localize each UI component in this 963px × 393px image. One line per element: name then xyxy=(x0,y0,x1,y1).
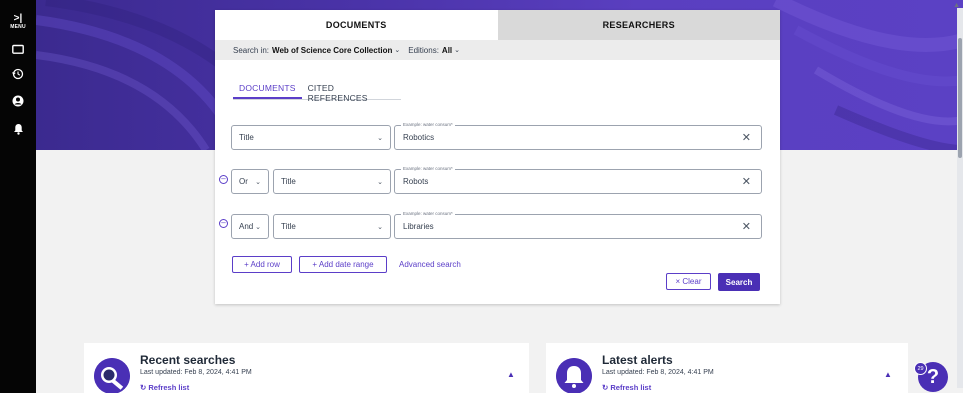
search-input[interactable]: Example: water consum* Libraries ✕ xyxy=(394,211,762,239)
recent-searches-refresh[interactable]: ↻ Refresh list xyxy=(140,383,189,392)
field-select-value: Title xyxy=(281,177,296,186)
chevron-down-icon[interactable]: ⌄ xyxy=(394,46,400,54)
clear-button[interactable]: × Clear xyxy=(666,273,711,290)
close-icon[interactable]: ✕ xyxy=(742,131,751,144)
chevron-down-icon: ⌄ xyxy=(377,223,383,231)
menu-label: MENU xyxy=(10,24,26,30)
menu-arrow-icon: >| xyxy=(13,13,23,24)
recent-searches-icon xyxy=(94,358,130,393)
recent-searches-panel: Recent searches Last updated: Feb 8, 202… xyxy=(84,343,529,393)
operator-select-value: And xyxy=(239,222,254,231)
search-input-value: Libraries xyxy=(403,222,434,231)
history-icon[interactable] xyxy=(10,67,26,81)
latest-alerts-refresh[interactable]: ↻ Refresh list xyxy=(602,383,651,392)
add-row-button[interactable]: + Add row xyxy=(232,256,292,273)
latest-alerts-panel: Latest alerts Last updated: Feb 8, 2024,… xyxy=(546,343,908,393)
tab-documents[interactable]: DOCUMENTS xyxy=(215,10,498,40)
folder-icon[interactable] xyxy=(10,42,26,56)
recent-searches-title: Recent searches xyxy=(140,353,236,367)
scrollbar-thumb[interactable] xyxy=(958,38,962,158)
chevron-down-icon: ⌄ xyxy=(255,178,261,186)
search-input[interactable]: Example: water consum* Robotics ✕ xyxy=(394,122,762,150)
search-input-value: Robotics xyxy=(403,133,435,142)
remove-row-icon[interactable]: – xyxy=(219,175,228,184)
help-question-icon: ? xyxy=(926,365,940,388)
field-select[interactable]: Title ⌄ xyxy=(231,125,391,150)
field-select-value: Title xyxy=(281,222,296,231)
field-select-value: Title xyxy=(239,133,254,142)
advanced-search-link[interactable]: Advanced search xyxy=(399,260,461,269)
search-input-value: Robots xyxy=(403,177,429,186)
latest-alerts-icon xyxy=(556,358,592,393)
search-in-label: Search in: xyxy=(233,45,270,55)
account-icon[interactable] xyxy=(10,94,26,108)
search-input[interactable]: Example: water consum* Robots ✕ xyxy=(394,166,762,194)
operator-select[interactable]: Or ⌄ xyxy=(231,169,269,194)
search-in-bar: Search in: Web of Science Core Collectio… xyxy=(215,40,780,60)
menu-button[interactable]: >| MENU xyxy=(0,13,36,31)
field-select[interactable]: Title ⌄ xyxy=(273,169,391,194)
operator-select-value: Or xyxy=(239,177,248,186)
search-input-placeholder: Example: water consum* xyxy=(401,211,455,216)
help-notification-badge: 29 xyxy=(914,362,927,375)
editions-label: Editions: xyxy=(408,45,439,55)
close-icon[interactable]: ✕ xyxy=(742,220,751,233)
search-input-placeholder: Example: water consum* xyxy=(401,122,455,127)
side-rail: >| MENU xyxy=(0,0,36,393)
close-icon[interactable]: ✕ xyxy=(742,175,751,188)
remove-row-icon[interactable]: – xyxy=(219,219,228,228)
chevron-down-icon: ⌄ xyxy=(255,223,261,231)
field-select[interactable]: Title ⌄ xyxy=(273,214,391,239)
latest-alerts-updated: Last updated: Feb 8, 2024, 4:41 PM xyxy=(602,369,714,376)
search-card: DOCUMENTS RESEARCHERS Search in: Web of … xyxy=(215,10,780,304)
editions-select[interactable]: All xyxy=(442,46,452,55)
collection-select[interactable]: Web of Science Core Collection xyxy=(272,46,392,55)
search-input-placeholder: Example: water consum* xyxy=(401,166,455,171)
recent-searches-updated: Last updated: Feb 8, 2024, 4:41 PM xyxy=(140,369,252,376)
scroll-up-icon[interactable]: ▲ xyxy=(953,2,960,9)
chevron-down-icon[interactable]: ⌄ xyxy=(454,46,460,54)
subtab-cited-references[interactable]: CITED REFERENCES xyxy=(302,78,401,103)
collapse-chevron-icon[interactable]: ▲ xyxy=(507,370,515,379)
chevron-down-icon: ⌄ xyxy=(377,134,383,142)
latest-alerts-title: Latest alerts xyxy=(602,353,673,367)
page-scrollbar[interactable] xyxy=(957,8,963,388)
search-type-tabs: DOCUMENTS RESEARCHERS xyxy=(215,10,780,40)
add-date-range-button[interactable]: + Add date range xyxy=(299,256,387,273)
operator-select[interactable]: And ⌄ xyxy=(231,214,269,239)
search-subtabs: DOCUMENTS CITED REFERENCES xyxy=(233,78,401,103)
search-button[interactable]: Search xyxy=(718,273,760,291)
subtab-documents[interactable]: DOCUMENTS xyxy=(233,78,302,99)
tab-researchers[interactable]: RESEARCHERS xyxy=(497,10,780,40)
chevron-down-icon: ⌄ xyxy=(377,178,383,186)
bell-icon[interactable] xyxy=(10,122,26,136)
collapse-chevron-icon[interactable]: ▲ xyxy=(884,370,892,379)
